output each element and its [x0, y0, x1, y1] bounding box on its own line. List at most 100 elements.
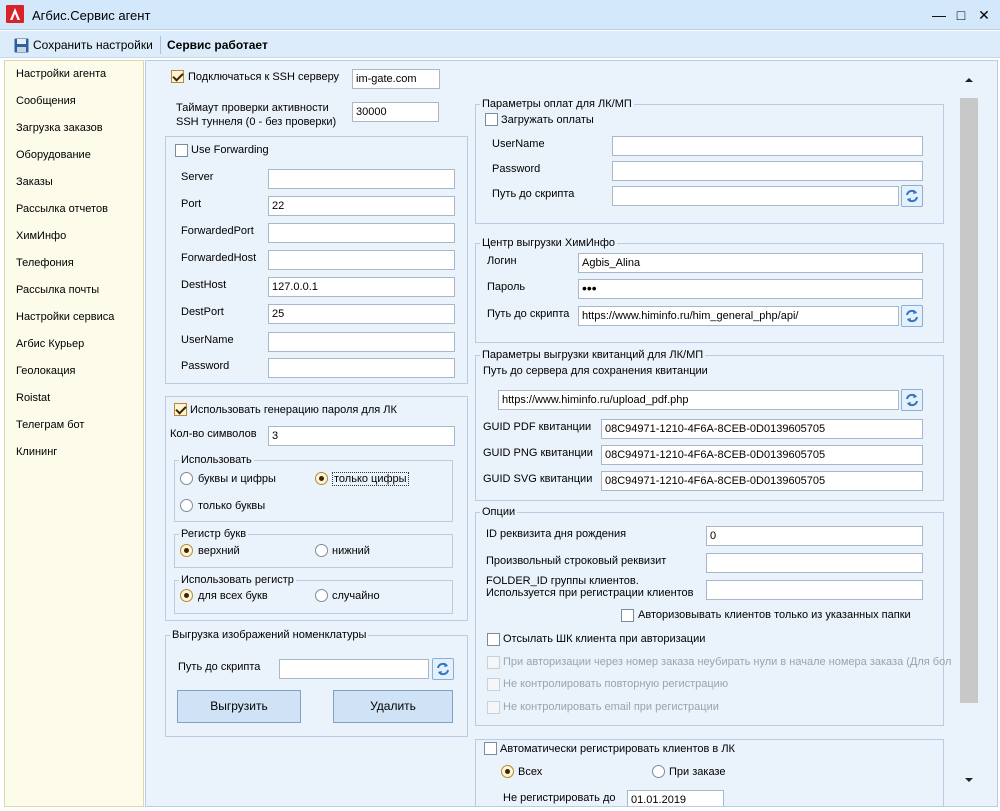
register-on-order-label: При заказе — [669, 766, 726, 778]
letters-only-radio[interactable] — [180, 499, 193, 512]
port-input[interactable]: 22 — [268, 196, 455, 216]
sidebar-item-load-orders[interactable]: Загрузка заказов — [16, 122, 103, 134]
forwarded-port-label: ForwardedPort — [181, 225, 254, 237]
payments-password-label: Password — [492, 163, 541, 175]
dest-port-input[interactable]: 25 — [268, 304, 455, 324]
save-settings-button[interactable]: Сохранить настройки — [14, 36, 153, 54]
folder-id-label-2: Используется при регистрации клиентов — [486, 587, 694, 599]
register-until-input[interactable]: 01.01.2019 — [627, 790, 724, 806]
case-upper-label: верхний — [198, 545, 240, 557]
custom-field-input[interactable] — [706, 553, 923, 573]
sidebar-item-service-settings[interactable]: Настройки сервиса — [16, 311, 114, 323]
ssh-connect-label: Подключаться к SSH серверу — [188, 71, 340, 83]
no-email-check-checkbox[interactable] — [487, 701, 500, 714]
sidebar-item-cleaning[interactable]: Клининг — [16, 446, 57, 458]
no-repeat-registration-label: Не контролировать повторную регистрацию — [503, 678, 729, 690]
image-script-refresh-button[interactable] — [432, 658, 454, 680]
send-barcode-checkbox[interactable] — [487, 633, 500, 646]
username-input[interactable] — [268, 332, 455, 352]
use-forwarding-checkbox[interactable] — [175, 144, 188, 157]
payments-script-input[interactable] — [612, 186, 899, 206]
sidebar-item-equipment[interactable]: Оборудование — [16, 149, 91, 161]
letters-digits-radio[interactable] — [180, 472, 193, 485]
use-forwarding-label: Use Forwarding — [191, 144, 269, 156]
ssh-host-input[interactable]: im-gate.com — [352, 69, 440, 89]
dest-host-input[interactable]: 127.0.0.1 — [268, 277, 455, 297]
forwarded-host-label: ForwardedHost — [181, 252, 257, 264]
apply-random-radio[interactable] — [315, 589, 328, 602]
image-script-input[interactable] — [279, 659, 429, 679]
receipts-server-path-input[interactable]: https://www.himinfo.ru/upload_pdf.php — [498, 390, 899, 410]
case-lower-radio[interactable] — [315, 544, 328, 557]
no-repeat-registration-checkbox[interactable] — [487, 678, 500, 691]
sidebar-item-messages[interactable]: Сообщения — [16, 95, 76, 107]
refresh-icon — [437, 662, 449, 676]
port-label: Port — [181, 198, 202, 210]
himinfo-password-input[interactable]: ••• — [578, 279, 923, 299]
password-input[interactable] — [268, 358, 455, 378]
settings-panel: Подключаться к SSH серверу im-gate.com Т… — [145, 60, 998, 807]
sidebar-item-roistat[interactable]: Roistat — [16, 392, 50, 404]
folder-id-input[interactable] — [706, 580, 923, 600]
password-generation-checkbox[interactable] — [174, 403, 187, 416]
birthday-field-label: ID реквизита дня рождения — [486, 528, 627, 540]
no-zero-trim-checkbox[interactable] — [487, 656, 500, 669]
auto-registration-label: Автоматически регистрировать клиентов в … — [500, 743, 735, 755]
guid-png-label: GUID PNG квитанции — [483, 447, 593, 459]
minimize-button[interactable]: — — [928, 4, 950, 26]
server-input[interactable] — [268, 169, 455, 189]
refresh-icon — [906, 393, 918, 407]
receipts-refresh-button[interactable] — [901, 389, 923, 411]
birthday-field-input[interactable]: 0 — [706, 526, 923, 546]
himinfo-refresh-button[interactable] — [901, 305, 923, 327]
sidebar-item-mail-mailing[interactable]: Рассылка почты — [16, 284, 99, 296]
register-until-label: Не регистрировать до — [503, 792, 616, 804]
window-title: Агбис.Сервис агент — [32, 8, 151, 23]
scrollbar-thumb[interactable] — [960, 98, 978, 703]
ssh-timeout-input[interactable]: 30000 — [352, 102, 439, 122]
sidebar-item-telegram-bot[interactable]: Телеграм бот — [16, 419, 84, 431]
sidebar-item-geolocation[interactable]: Геолокация — [16, 365, 75, 377]
upload-images-button[interactable]: Выгрузить — [177, 690, 301, 723]
payments-password-input[interactable] — [612, 161, 923, 181]
register-all-radio[interactable] — [501, 765, 514, 778]
payments-title: Параметры оплат для ЛК/МП — [480, 98, 634, 110]
payments-username-label: UserName — [492, 138, 545, 150]
himinfo-login-input[interactable]: Agbis_Alina — [578, 253, 923, 273]
floppy-disk-icon — [14, 38, 29, 52]
scroll-up-icon[interactable] — [963, 75, 975, 85]
digits-only-radio[interactable] — [315, 472, 328, 485]
receipts-title: Параметры выгрузки квитанций для ЛК/МП — [480, 349, 706, 361]
payments-refresh-button[interactable] — [901, 185, 923, 207]
sidebar-item-telephony[interactable]: Телефония — [16, 257, 74, 269]
close-button[interactable]: ✕ — [973, 4, 995, 26]
maximize-button[interactable]: □ — [950, 4, 972, 26]
ssh-connect-checkbox[interactable] — [171, 70, 184, 83]
sidebar-item-agbis-courier[interactable]: Агбис Курьер — [16, 338, 84, 350]
sidebar-item-agent-settings[interactable]: Настройки агента — [16, 68, 106, 80]
auto-registration-checkbox[interactable] — [484, 742, 497, 755]
auth-folder-checkbox[interactable] — [621, 609, 634, 622]
apply-all-radio[interactable] — [180, 589, 193, 602]
sidebar-item-orders[interactable]: Заказы — [16, 176, 53, 188]
delete-images-button[interactable]: Удалить — [333, 690, 453, 723]
sidebar-item-himinfo[interactable]: ХимИнфо — [16, 230, 66, 242]
apply-all-label: для всех букв — [198, 590, 268, 602]
vertical-scrollbar[interactable] — [957, 61, 981, 798]
no-email-check-label: Не контролировать email при регистрации — [503, 701, 719, 713]
forwarded-port-input[interactable] — [268, 223, 455, 243]
payments-username-input[interactable] — [612, 136, 923, 156]
forwarded-host-input[interactable] — [268, 250, 455, 270]
guid-svg-input[interactable]: 08C94971-1210-4F6A-8CEB-0D0139605705 — [601, 471, 923, 491]
guid-pdf-input[interactable]: 08C94971-1210-4F6A-8CEB-0D0139605705 — [601, 419, 923, 439]
load-payments-checkbox[interactable] — [485, 113, 498, 126]
char-count-input[interactable]: 3 — [268, 426, 455, 446]
use-chars-group: Использовать — [174, 454, 453, 522]
guid-png-input[interactable]: 08C94971-1210-4F6A-8CEB-0D0139605705 — [601, 445, 923, 465]
scroll-down-icon[interactable] — [963, 775, 975, 785]
himinfo-script-input[interactable]: https://www.himinfo.ru/him_general_php/a… — [578, 306, 899, 326]
register-on-order-radio[interactable] — [652, 765, 665, 778]
case-upper-radio[interactable] — [180, 544, 193, 557]
sidebar-item-report-mailing[interactable]: Рассылка отчетов — [16, 203, 108, 215]
himinfo-title: Центр выгрузки ХимИнфо — [480, 237, 618, 249]
